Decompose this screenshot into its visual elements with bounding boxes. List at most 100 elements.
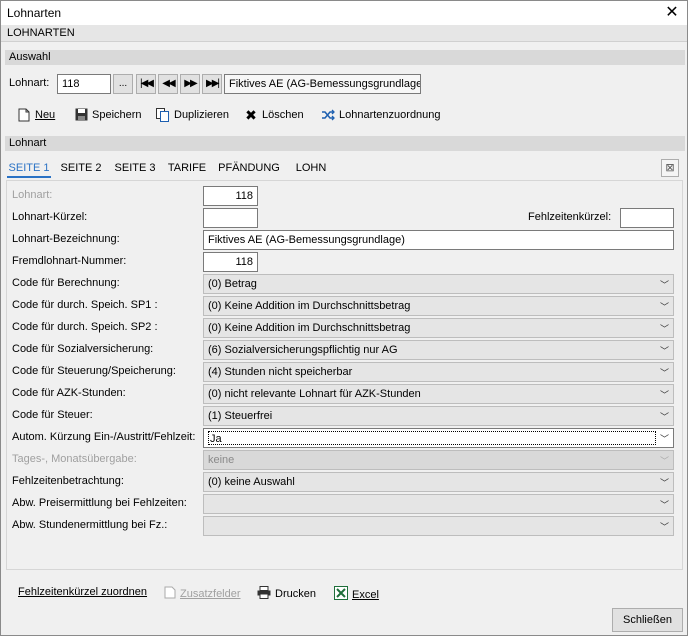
fehlzeitenbetrachtung-value: (0) keine Auswahl bbox=[208, 476, 295, 488]
kuerzel-label: Lohnart-Kürzel: bbox=[12, 211, 88, 223]
delete-icon: ✖ bbox=[245, 107, 257, 123]
auswahl-lohnart-input[interactable]: 118 bbox=[57, 74, 111, 94]
berechnung-value: (0) Betrag bbox=[208, 278, 257, 290]
kuerzel-field[interactable] bbox=[203, 208, 258, 228]
lohnartenzuordnung-button-label: Lohnartenzuordnung bbox=[339, 109, 441, 121]
close-icon[interactable]: ✕ bbox=[661, 3, 683, 23]
lohnarten-window: Lohnarten ✕ LOHNARTEN Auswahl Lohnart: 1… bbox=[0, 0, 688, 636]
title-bar: Lohnarten ✕ bbox=[1, 1, 687, 25]
monatsuebergabe-select: keine ﹀ bbox=[203, 450, 674, 470]
preisermittlung-select[interactable]: ﹀ bbox=[203, 494, 674, 514]
kuerzung-select[interactable]: Ja ﹀ bbox=[203, 428, 674, 448]
unpin-icon[interactable]: ⊠ bbox=[661, 159, 679, 177]
tab-lohn[interactable]: LOHN bbox=[291, 158, 331, 178]
print-button[interactable]: Drucken bbox=[257, 586, 316, 602]
chevron-down-icon: ﹀ bbox=[659, 390, 669, 400]
sp2-value: (0) Keine Addition im Durchschnittsbetra… bbox=[208, 322, 411, 334]
chevron-down-icon: ﹀ bbox=[659, 324, 669, 334]
fremdlohnart-field[interactable]: 118 bbox=[203, 252, 258, 272]
sp1-select[interactable]: (0) Keine Addition im Durchschnittsbetra… bbox=[203, 296, 674, 316]
steuer-value: (1) Steuerfrei bbox=[208, 410, 273, 422]
nav-next-button[interactable]: ▶▶ bbox=[180, 74, 200, 94]
excel-icon bbox=[334, 586, 348, 603]
monatsuebergabe-value: keine bbox=[208, 454, 235, 466]
sp2-label: Code für durch. Speich. SP2 : bbox=[12, 321, 158, 333]
auswahl-lohnart-label: Lohnart: bbox=[9, 77, 50, 89]
printer-icon bbox=[257, 586, 271, 602]
chevron-down-icon: ﹀ bbox=[659, 522, 669, 532]
auswahl-description: Fiktives AE (AG-Bemessungsgrundlage) bbox=[224, 74, 421, 94]
zusatzfelder-icon bbox=[164, 586, 176, 602]
kuerzung-label: Autom. Kürzung Ein-/Austritt/Fehlzeit: bbox=[12, 431, 196, 443]
auswahl-section-header: Auswahl bbox=[5, 50, 685, 65]
tab-seite-3[interactable]: SEITE 3 bbox=[111, 158, 159, 178]
monatsuebergabe-label: Tages-, Monatsübergabe: bbox=[12, 453, 137, 465]
sp2-select[interactable]: (0) Keine Addition im Durchschnittsbetra… bbox=[203, 318, 674, 338]
tab-strip: SEITE 1 SEITE 2 SEITE 3 TARIFE PFÄNDUNG … bbox=[7, 158, 683, 178]
nav-last-icon: ▶▶| bbox=[206, 78, 220, 89]
save-button-label: Speichern bbox=[92, 109, 142, 121]
steuer-select[interactable]: (1) Steuerfrei ﹀ bbox=[203, 406, 674, 426]
stundenermittlung-label: Abw. Stundenermittlung bei Fz.: bbox=[12, 519, 168, 531]
fehlzeitenbetrachtung-select[interactable]: (0) keine Auswahl ﹀ bbox=[203, 472, 674, 492]
chevron-down-icon: ﹀ bbox=[659, 368, 669, 378]
sozialversicherung-value: (6) Sozialversicherungspflichtig nur AG bbox=[208, 344, 398, 356]
tab-seite-2[interactable]: SEITE 2 bbox=[57, 158, 105, 178]
fehlzeitenkuerzel-field[interactable] bbox=[620, 208, 674, 228]
new-document-icon bbox=[17, 108, 31, 122]
steuerung-value: (4) Stunden nicht speicherbar bbox=[208, 366, 353, 378]
new-button-label: Neu bbox=[35, 109, 56, 121]
save-button[interactable]: Speichern bbox=[74, 106, 142, 124]
zusatzfelder-label: Zusatzfelder bbox=[180, 588, 241, 600]
fremdlohnart-label: Fremdlohnart-Nummer: bbox=[12, 255, 127, 267]
nav-last-button[interactable]: ▶▶| bbox=[202, 74, 222, 94]
chevron-down-icon: ﹀ bbox=[659, 478, 669, 488]
print-label: Drucken bbox=[275, 588, 316, 600]
azk-select[interactable]: (0) nicht relevante Lohnart für AZK-Stun… bbox=[203, 384, 674, 404]
fehlzeitenkuerzel-label: Fehlzeitenkürzel: bbox=[528, 211, 612, 223]
steuerung-select[interactable]: (4) Stunden nicht speicherbar ﹀ bbox=[203, 362, 674, 382]
lohnartenzuordnung-button[interactable]: Lohnartenzuordnung bbox=[321, 106, 441, 124]
delete-button[interactable]: ✖ Löschen bbox=[244, 106, 304, 124]
window-title: Lohnarten bbox=[7, 6, 62, 20]
chevron-down-icon: ﹀ bbox=[659, 302, 669, 312]
stundenermittlung-select[interactable]: ﹀ bbox=[203, 516, 674, 536]
azk-value: (0) nicht relevante Lohnart für AZK-Stun… bbox=[208, 388, 421, 400]
sp1-value: (0) Keine Addition im Durchschnittsbetra… bbox=[208, 300, 411, 312]
lohnart-field[interactable]: 118 bbox=[203, 186, 258, 206]
chevron-down-icon: ﹀ bbox=[659, 280, 669, 290]
excel-button[interactable]: Excel bbox=[334, 586, 379, 603]
zusatzfelder-button[interactable]: Zusatzfelder bbox=[164, 586, 241, 602]
sozialversicherung-select[interactable]: (6) Sozialversicherungspflichtig nur AG … bbox=[203, 340, 674, 360]
bottom-toolbar: Fehlzeitenkürzel zuordnen Zusatzfelder D… bbox=[1, 581, 687, 605]
new-button[interactable]: Neu bbox=[17, 106, 55, 124]
page-title: LOHNARTEN bbox=[1, 25, 687, 42]
duplicate-button[interactable]: Duplizieren bbox=[156, 106, 229, 124]
nav-first-button[interactable]: |◀◀ bbox=[136, 74, 156, 94]
fehlzeitenkuerzel-zuordnen-button[interactable]: Fehlzeitenkürzel zuordnen bbox=[18, 586, 147, 598]
close-button[interactable]: Schließen bbox=[612, 608, 683, 632]
chevron-down-icon: ﹀ bbox=[659, 456, 669, 466]
chevron-down-icon: ﹀ bbox=[659, 412, 669, 422]
sozialversicherung-label: Code für Sozialversicherung: bbox=[12, 343, 154, 355]
steuerung-label: Code für Steuerung/Speicherung: bbox=[12, 365, 176, 377]
lohnart-label: Lohnart: bbox=[12, 189, 53, 201]
tab-tarife[interactable]: TARIFE bbox=[165, 158, 209, 178]
nav-first-icon: |◀◀ bbox=[140, 78, 154, 89]
tab-seite-1[interactable]: SEITE 1 bbox=[7, 158, 51, 178]
chevron-down-icon: ﹀ bbox=[659, 434, 669, 444]
berechnung-select[interactable]: (0) Betrag ﹀ bbox=[203, 274, 674, 294]
fehlzeitenkuerzel-zuordnen-label: Fehlzeitenkürzel zuordnen bbox=[18, 586, 148, 598]
preisermittlung-label: Abw. Preisermittlung bei Fehlzeiten: bbox=[12, 497, 187, 509]
browse-button[interactable]: ... bbox=[113, 74, 133, 94]
kuerzung-value: Ja bbox=[208, 431, 656, 445]
sp1-label: Code für durch. Speich. SP1 : bbox=[12, 299, 158, 311]
nav-prev-button[interactable]: ◀◀ bbox=[158, 74, 178, 94]
bezeichnung-field[interactable]: Fiktives AE (AG-Bemessungsgrundlage) bbox=[203, 230, 674, 250]
tab-pfaendung[interactable]: PFÄNDUNG bbox=[217, 158, 281, 178]
delete-button-label: Löschen bbox=[262, 109, 304, 121]
azk-label: Code für AZK-Stunden: bbox=[12, 387, 126, 399]
bezeichnung-label: Lohnart-Bezeichnung: bbox=[12, 233, 120, 245]
steuer-label: Code für Steuer: bbox=[12, 409, 93, 421]
fehlzeitenbetrachtung-label: Fehlzeitenbetrachtung: bbox=[12, 475, 124, 487]
